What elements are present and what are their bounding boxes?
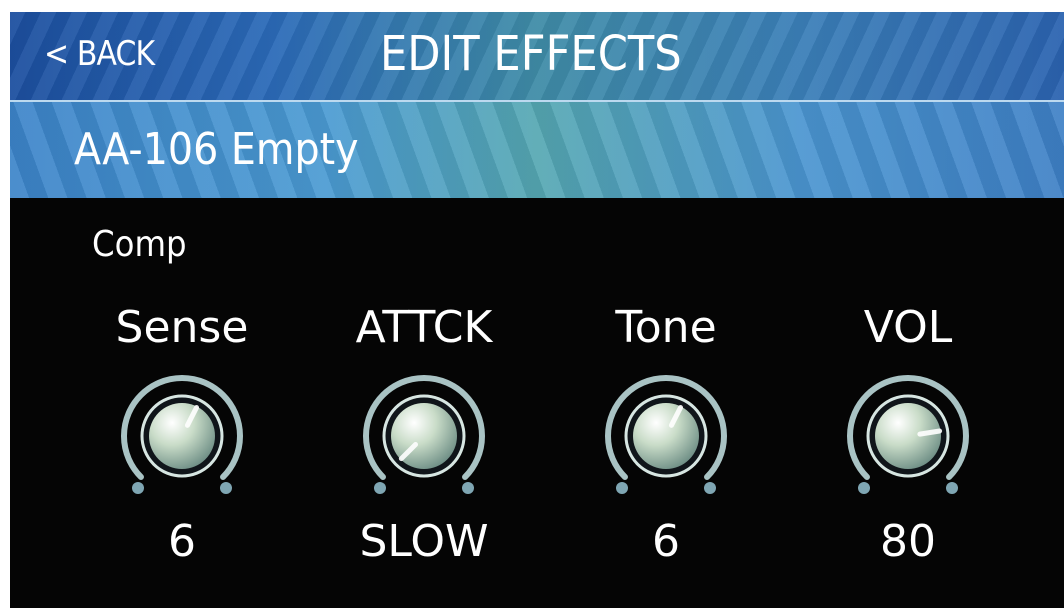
- knob-indicator: [917, 428, 943, 437]
- param-label: ATTCK: [355, 302, 493, 353]
- knob-cap: [633, 403, 699, 469]
- param-value: 6: [652, 516, 680, 567]
- param-volume: VOL 80: [808, 302, 1008, 592]
- preset-name: AA-106 Empty: [74, 124, 359, 175]
- param-label: Sense: [115, 302, 249, 353]
- sense-knob[interactable]: [116, 374, 248, 506]
- param-label: VOL: [863, 302, 953, 353]
- knob-max-dot: [704, 482, 716, 494]
- knob-min-dot: [616, 482, 628, 494]
- knob-cap: [149, 403, 215, 469]
- param-attack: ATTCK SLOW: [324, 302, 524, 592]
- knob-min-dot: [858, 482, 870, 494]
- tone-knob[interactable]: [600, 374, 732, 506]
- param-tone: Tone 6: [566, 302, 766, 592]
- param-value: 80: [880, 516, 936, 567]
- param-value: SLOW: [359, 516, 489, 567]
- knob-min-dot: [374, 482, 386, 494]
- effect-name: Comp: [92, 224, 187, 265]
- header-bar: < BACK EDIT EFFECTS: [10, 12, 1064, 100]
- preset-bar[interactable]: AA-106 Empty: [10, 100, 1064, 198]
- knob-max-dot: [220, 482, 232, 494]
- param-sense: Sense 6: [82, 302, 282, 592]
- param-label: Tone: [615, 302, 717, 353]
- knob-max-dot: [462, 482, 474, 494]
- back-button[interactable]: < BACK: [44, 34, 155, 74]
- device-screen: < BACK EDIT EFFECTS AA-106 Empty Comp Se…: [10, 12, 1064, 608]
- volume-knob[interactable]: [842, 374, 974, 506]
- knob-max-dot: [946, 482, 958, 494]
- knob-cap: [875, 403, 941, 469]
- page-title: EDIT EFFECTS: [380, 26, 682, 82]
- knob-min-dot: [132, 482, 144, 494]
- param-value: 6: [168, 516, 196, 567]
- attack-knob[interactable]: [358, 374, 490, 506]
